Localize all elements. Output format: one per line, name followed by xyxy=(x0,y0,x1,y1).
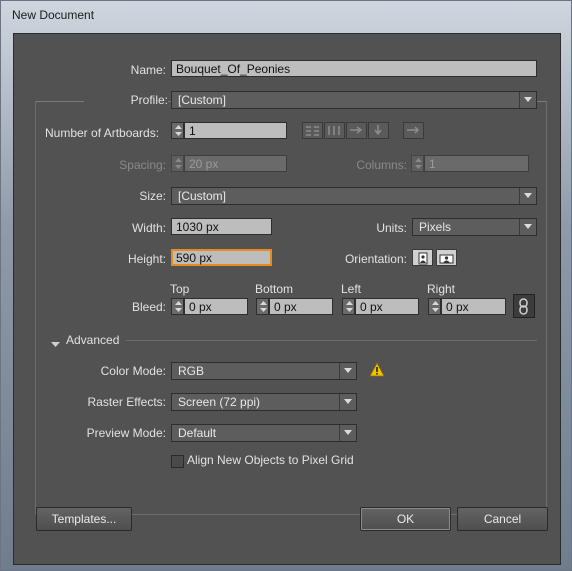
color-mode-select[interactable]: RGB xyxy=(171,362,357,380)
arrange-by-row-icon[interactable] xyxy=(346,122,367,139)
link-icon[interactable] xyxy=(513,294,535,318)
units-value: Pixels xyxy=(419,220,452,234)
orientation-label: Orientation: xyxy=(344,252,407,266)
bleed-left-field[interactable]: 0 px xyxy=(355,298,419,315)
profile-value: [Custom] xyxy=(178,93,227,107)
bleed-left-stepper[interactable] xyxy=(342,298,355,315)
spacing-field[interactable]: 20 px xyxy=(184,155,287,172)
arrange-by-column-icon[interactable] xyxy=(368,122,389,139)
title-bar[interactable]: New Document xyxy=(1,1,571,31)
cancel-button[interactable]: Cancel xyxy=(457,507,548,531)
raster-effects-label: Raster Effects: xyxy=(87,395,166,409)
size-select[interactable]: [Custom] xyxy=(171,187,537,205)
columns-stepper[interactable] xyxy=(411,155,424,172)
bleed-right-stepper[interactable] xyxy=(428,298,441,315)
artboards-field[interactable]: 1 xyxy=(184,122,287,139)
window-title: New Document xyxy=(12,8,95,22)
bleed-label: Bleed: xyxy=(131,300,166,314)
bleed-bottom-stepper[interactable] xyxy=(256,298,269,315)
triangle-down-icon[interactable] xyxy=(51,337,60,351)
bleed-left-label: Left xyxy=(341,282,362,296)
bleed-bottom-field[interactable]: 0 px xyxy=(269,298,333,315)
bleed-top-stepper[interactable] xyxy=(171,298,184,315)
color-mode-value: RGB xyxy=(178,364,205,378)
profile-select[interactable]: [Custom] xyxy=(171,91,537,109)
columns-field[interactable]: 1 xyxy=(424,155,529,172)
preview-mode-label: Preview Mode: xyxy=(86,426,166,440)
height-label: Height: xyxy=(127,252,166,266)
chevron-down-icon xyxy=(519,219,536,235)
profile-label: Profile: xyxy=(84,93,168,107)
color-mode-label: Color Mode: xyxy=(100,364,166,378)
bleed-right-label: Right xyxy=(427,282,456,296)
units-select[interactable]: Pixels xyxy=(412,218,537,236)
columns-label: Columns: xyxy=(356,158,407,172)
bleed-top-label: Top xyxy=(170,282,190,296)
bleed-right-field[interactable]: 0 px xyxy=(441,298,506,315)
raster-effects-select[interactable]: Screen (72 ppi) xyxy=(171,393,357,411)
bleed-bottom-label: Bottom xyxy=(255,282,294,296)
spacing-label: Spacing: xyxy=(119,158,166,172)
spacing-stepper[interactable] xyxy=(171,155,184,172)
size-label: Size: xyxy=(139,189,166,203)
advanced-label[interactable]: Advanced xyxy=(66,333,119,347)
chevron-down-icon xyxy=(339,425,356,441)
divider xyxy=(126,340,537,341)
chevron-down-icon xyxy=(339,394,356,410)
name-label: Name: xyxy=(130,63,166,77)
size-value: [Custom] xyxy=(178,189,227,203)
ok-button[interactable]: OK xyxy=(360,507,451,531)
dialog-body: Name: Bouquet_Of_Peonies Profile: [Custo… xyxy=(13,33,561,565)
chevron-down-icon xyxy=(339,363,356,379)
units-label: Units: xyxy=(376,221,407,235)
chevron-down-icon xyxy=(519,92,536,108)
warning-icon xyxy=(369,362,385,380)
pixel-grid-checkbox[interactable] xyxy=(171,455,184,468)
preview-mode-select[interactable]: Default xyxy=(171,424,357,442)
name-field[interactable]: Bouquet_Of_Peonies xyxy=(171,60,537,77)
width-label: Width: xyxy=(131,221,166,235)
bleed-top-field[interactable]: 0 px xyxy=(184,298,248,315)
artboards-stepper[interactable] xyxy=(171,122,184,139)
grid-by-column-icon[interactable] xyxy=(324,122,345,139)
chevron-down-icon xyxy=(519,188,536,204)
height-field[interactable]: 590 px xyxy=(171,249,272,266)
dialog-window: New Document Name: Bouquet_Of_Peonies Pr… xyxy=(0,0,572,571)
raster-effects-value: Screen (72 ppi) xyxy=(178,395,261,409)
portrait-icon[interactable] xyxy=(412,249,433,266)
templates-button[interactable]: Templates... xyxy=(36,507,132,531)
width-field[interactable]: 1030 px xyxy=(171,218,272,235)
artboards-label: Number of Artboards: xyxy=(45,126,160,140)
pixel-grid-label[interactable]: Align New Objects to Pixel Grid xyxy=(187,453,354,467)
preview-mode-value: Default xyxy=(178,426,217,440)
layout-direction-icon[interactable] xyxy=(403,122,424,139)
landscape-icon[interactable] xyxy=(436,249,457,266)
grid-by-row-icon[interactable] xyxy=(302,122,323,139)
